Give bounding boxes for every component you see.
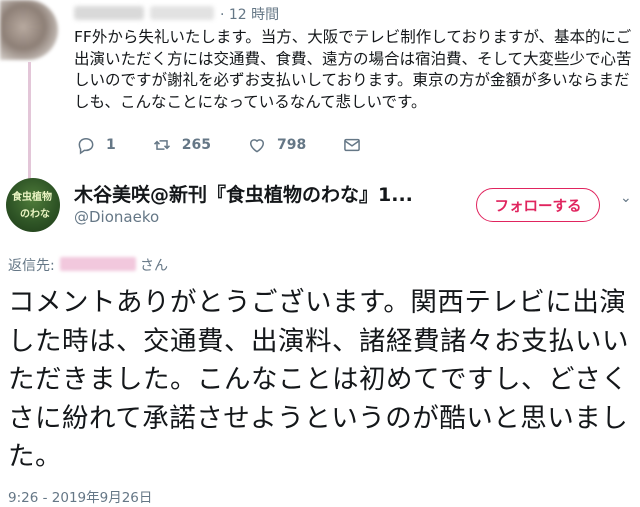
author-display-name[interactable]: 木谷美咲@新刊『食虫植物のわな』1... [74,180,413,207]
follow-button[interactable]: フォローする [476,188,600,222]
like-count: 798 [276,137,307,153]
parent-name-redacted [74,6,144,20]
reply-button[interactable]: 1 [76,135,116,155]
parent-tweet-text: FF外から失礼いたします。当方、大阪でテレビ制作しておりますが、基本的にご出演い… [74,28,632,111]
tweet-timestamp[interactable]: 9:26 - 2019年9月26日 [8,486,152,506]
chevron-down-icon[interactable]: ⌄ [620,190,632,206]
retweet-button[interactable]: 265 [152,135,211,155]
reply-to-label: 返信先: [8,258,55,274]
parent-action-bar: 1 265 798 [76,134,408,156]
parent-time[interactable]: · 12 時間 [220,4,279,24]
tweet-text: コメントありがとうございます。関西テレビに出演した時は、交通費、出演料、諸経費諸… [8,287,629,472]
envelope-icon [344,138,361,152]
parent-avatar[interactable] [0,0,58,60]
reply-to-user-redacted[interactable] [60,257,136,271]
reply-icon [78,137,94,155]
avatar-logo-text-1: 食虫植物 [12,192,52,203]
retweet-icon [153,140,170,150]
author-avatar[interactable]: 食虫植物 のわな [6,178,60,232]
avatar-logo-text-2: のわな [20,209,50,220]
reply-count: 1 [106,137,116,153]
thread-connector [28,62,31,182]
dm-button[interactable] [342,135,372,155]
parent-handle-redacted [150,6,214,20]
retweet-count: 265 [181,137,211,153]
heart-icon [249,139,264,153]
reply-to-suffix: さん [140,258,168,274]
like-button[interactable]: 798 [247,135,306,155]
author-handle[interactable]: @Dionaeko [74,208,159,226]
